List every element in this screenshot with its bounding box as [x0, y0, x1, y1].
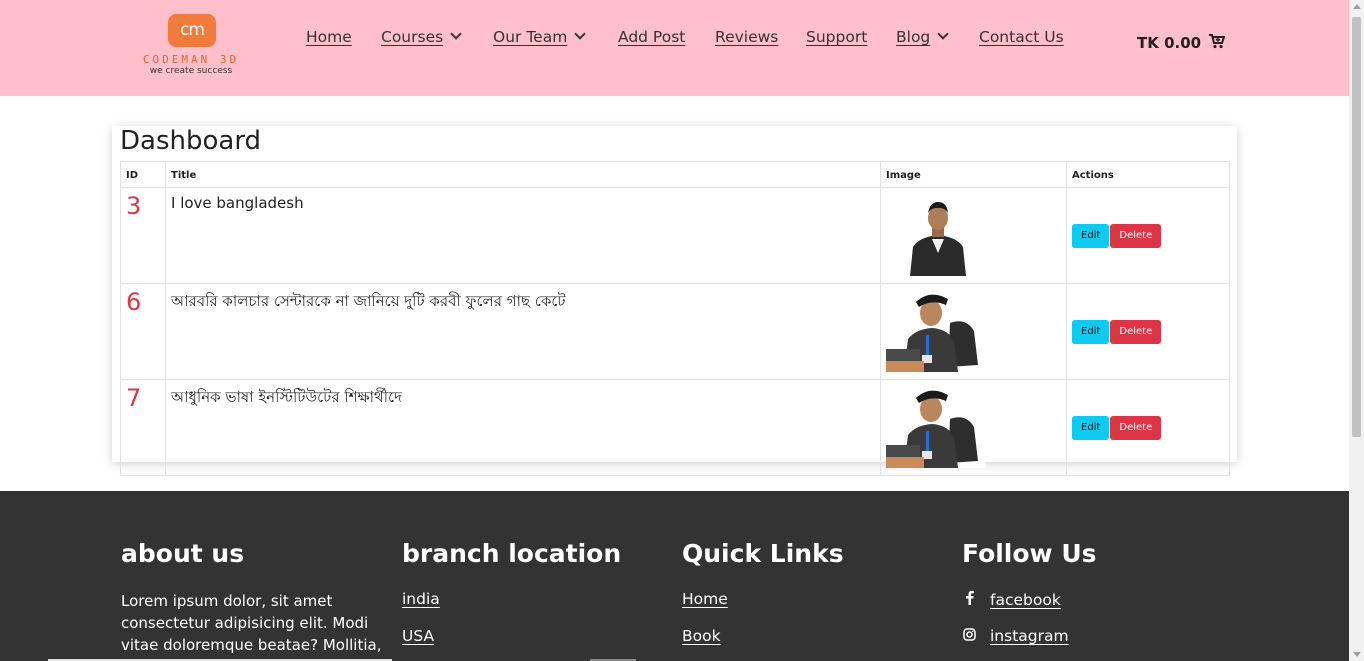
chevron-down-icon: [937, 28, 949, 40]
table-row: 6 আরবরি কালচার সেন্টারকে না জানিয়ে দুটি…: [120, 283, 1230, 380]
footer-link-home[interactable]: Home: [682, 590, 728, 608]
row-id: 6: [120, 283, 166, 380]
row-actions: Edit Delete: [1066, 283, 1230, 380]
person-photo-icon: [886, 191, 986, 276]
logo-mark-icon: cm: [168, 14, 216, 47]
row-id: 3: [120, 187, 166, 284]
row-id: 7: [120, 379, 166, 476]
footer-link-instagram[interactable]: instagram: [962, 627, 1069, 645]
person-photo-icon: [886, 287, 986, 372]
row-image: [880, 379, 1067, 476]
site-header: cm CODEMAN 3D we create success Home Cou…: [0, 0, 1349, 96]
row-title: আরবরি কালচার সেন্টারকে না জানিয়ে দুটি ক…: [165, 283, 881, 380]
scroll-up-icon[interactable]: [1353, 4, 1361, 9]
instagram-icon: [962, 627, 976, 645]
row-actions: Edit Delete: [1066, 187, 1230, 284]
cart-button[interactable]: TK 0.00: [1137, 33, 1226, 52]
nav-reviews[interactable]: Reviews: [715, 28, 778, 46]
chevron-down-icon: [450, 28, 462, 40]
logo-wordmark: CODEMAN 3D: [142, 53, 240, 66]
delete-button[interactable]: Delete: [1110, 320, 1162, 344]
footer-link-book[interactable]: Book: [682, 627, 721, 645]
page-title: Dashboard: [120, 126, 262, 156]
row-actions: Edit Delete: [1066, 379, 1230, 476]
table-row: 3 I love bangladesh Edit Delete: [120, 187, 1230, 284]
row-title: আধুনিক ভাষা ইনস্টিটিউটের শিক্ষার্থীদে: [165, 379, 881, 476]
footer-link-usa[interactable]: USA: [402, 627, 434, 645]
scroll-thumb[interactable]: [1352, 17, 1361, 437]
site-logo[interactable]: cm CODEMAN 3D we create success: [126, 12, 256, 78]
logo-mark-text: cm: [180, 20, 205, 40]
nav-add-post[interactable]: Add Post: [618, 28, 685, 46]
delete-button[interactable]: Delete: [1110, 224, 1162, 248]
row-image: [880, 283, 1067, 380]
nav-home[interactable]: Home: [306, 28, 352, 46]
edit-button[interactable]: Edit: [1072, 224, 1110, 248]
footer-quick-title: Quick Links: [682, 539, 844, 568]
footer-branch-title: branch location: [402, 539, 622, 568]
edit-button[interactable]: Edit: [1072, 320, 1110, 344]
facebook-icon: [962, 590, 976, 609]
nav-blog[interactable]: Blog: [896, 28, 949, 46]
nav-contact-us[interactable]: Contact Us: [979, 28, 1064, 46]
cart-icon: [1209, 34, 1226, 49]
column-header-title: Title: [165, 161, 881, 188]
nav-our-team[interactable]: Our Team: [493, 28, 586, 46]
row-image: [880, 187, 1067, 284]
edit-button[interactable]: Edit: [1072, 416, 1110, 440]
footer-about-text: Lorem ipsum dolor, sit amet consectetur …: [121, 592, 382, 654]
dashboard-card: Dashboard ID Title Image Actions 3 I lov…: [112, 126, 1237, 476]
cart-total: TK 0.00: [1137, 34, 1202, 52]
nav-courses[interactable]: Courses: [381, 28, 462, 46]
column-header-id: ID: [120, 161, 166, 188]
column-header-actions: Actions: [1066, 161, 1230, 188]
footer-about-title: about us: [121, 539, 245, 568]
footer-follow-title: Follow Us: [962, 539, 1097, 568]
table-row: 7 আধুনিক ভাষা ইনস্টিটিউটের শিক্ষার্থীদে: [120, 379, 1230, 476]
scroll-down-icon[interactable]: [1353, 652, 1361, 657]
chevron-down-icon: [574, 28, 586, 40]
table-header-row: ID Title Image Actions: [120, 161, 1230, 188]
footer-link-india[interactable]: india: [402, 590, 440, 608]
column-header-image: Image: [880, 161, 1067, 188]
footer-link-facebook[interactable]: facebook: [962, 590, 1061, 609]
person-photo-icon: [886, 383, 986, 468]
logo-tagline: we create success: [149, 66, 233, 76]
page-scrollbar[interactable]: [1349, 0, 1364, 661]
posts-table: ID Title Image Actions 3 I love banglade…: [120, 161, 1230, 476]
row-title: I love bangladesh: [165, 187, 881, 284]
nav-support[interactable]: Support: [806, 28, 867, 46]
delete-button[interactable]: Delete: [1110, 416, 1162, 440]
site-footer: about us Lorem ipsum dolor, sit amet con…: [0, 491, 1349, 661]
